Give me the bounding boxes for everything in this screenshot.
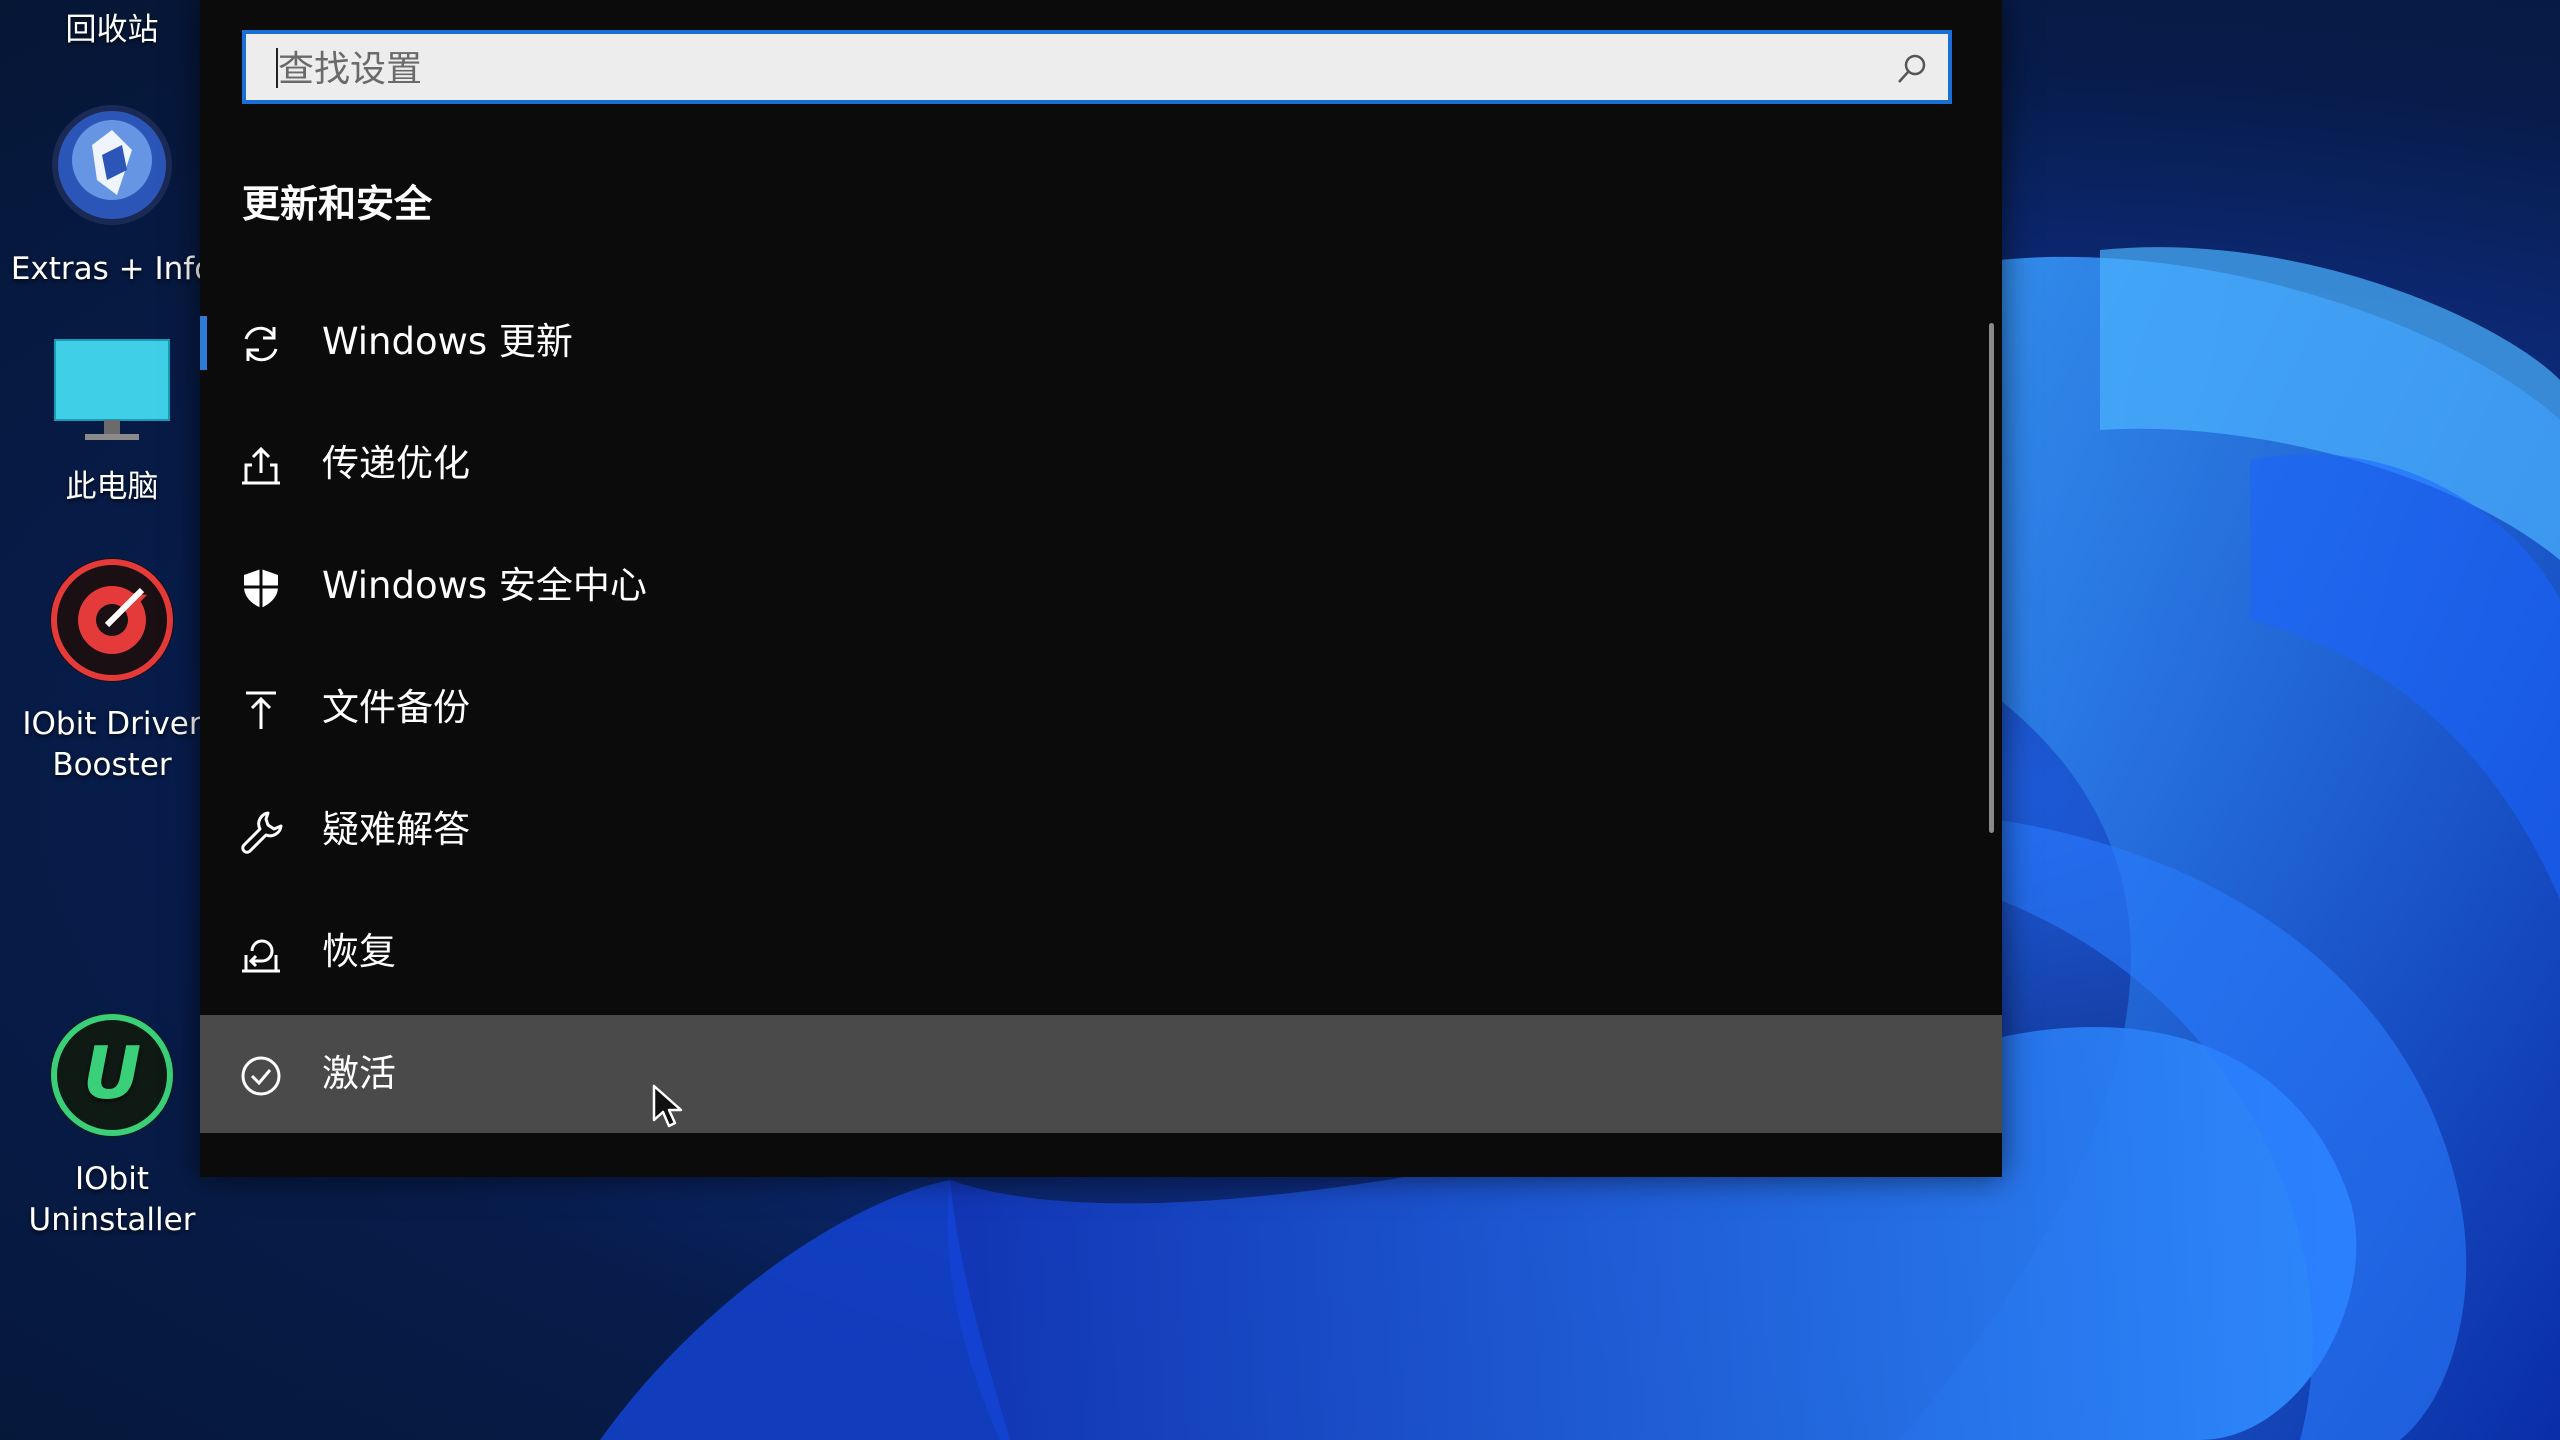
nav-item-windows-update[interactable]: Windows 更新 — [200, 283, 2002, 401]
nav-item-label: 传递优化 — [322, 442, 470, 485]
nav-item-label: 文件备份 — [322, 686, 470, 729]
recycle-bin-label: 回收站 — [65, 12, 159, 48]
selected-indicator — [200, 316, 207, 370]
nav-item-label: 激活 — [322, 1052, 396, 1095]
nav-item-label: Windows 安全中心 — [322, 564, 647, 607]
extras-info-label: Extras + Info — [10, 251, 214, 287]
mouse-pointer-icon — [652, 1084, 683, 1128]
extras-info-icon — [52, 105, 172, 225]
shield-icon — [244, 569, 278, 608]
driver-booster-icon — [50, 558, 174, 682]
sync-icon — [244, 326, 278, 362]
svg-text:U: U — [83, 1031, 141, 1115]
nav-item-activation[interactable]: 激活 — [200, 1015, 2002, 1133]
uninstaller-label-2: Uninstaller — [28, 1202, 196, 1238]
desktop-icon-extras-info[interactable]: Extras + Info — [2, 100, 222, 290]
driver-booster-label-1: IObit Driver — [22, 706, 202, 742]
nav-item-label: 恢复 — [322, 930, 396, 973]
check-circle-icon — [241, 1056, 281, 1096]
nav-item-delivery-optimization[interactable]: 传递优化 — [200, 405, 2002, 523]
uninstaller-label-1: IObit — [75, 1161, 149, 1197]
monitor-icon — [54, 339, 170, 440]
this-pc-label: 此电脑 — [65, 469, 159, 505]
backup-arrow-icon — [246, 691, 276, 729]
search-input[interactable]: 查找设置 — [242, 30, 1952, 104]
recovery-icon — [242, 939, 280, 973]
desktop-icon-this-pc[interactable]: 此电脑 — [2, 336, 222, 508]
nav-item-label: Windows 更新 — [322, 320, 573, 363]
section-title: 更新和安全 — [242, 182, 433, 226]
desktop-icon-recycle-bin[interactable]: 回收站 — [2, 10, 222, 51]
settings-panel: 查找设置 更新和安全 Windows 更新 传递优化 Windows 安全中心 … — [200, 0, 2002, 1177]
delivery-optimization-icon — [242, 446, 280, 485]
nav-item-windows-security[interactable]: Windows 安全中心 — [200, 527, 2002, 645]
uninstaller-icon: U — [50, 1013, 174, 1137]
desktop-icon-driver-booster[interactable]: IObit Driver Booster — [2, 555, 222, 786]
driver-booster-label-2: Booster — [52, 747, 172, 783]
nav-item-label: 疑难解答 — [322, 808, 470, 851]
search-icon[interactable] — [1894, 51, 1930, 87]
scrollbar[interactable] — [1989, 323, 1994, 833]
nav-item-recovery[interactable]: 恢复 — [200, 893, 2002, 1011]
search-placeholder: 查找设置 — [278, 49, 423, 90]
wrench-icon — [241, 811, 283, 854]
nav-item-file-backup[interactable]: 文件备份 — [200, 649, 2002, 767]
nav-item-troubleshoot[interactable]: 疑难解答 — [200, 771, 2002, 889]
desktop-icon-uninstaller[interactable]: U IObit Uninstaller — [2, 1010, 222, 1241]
